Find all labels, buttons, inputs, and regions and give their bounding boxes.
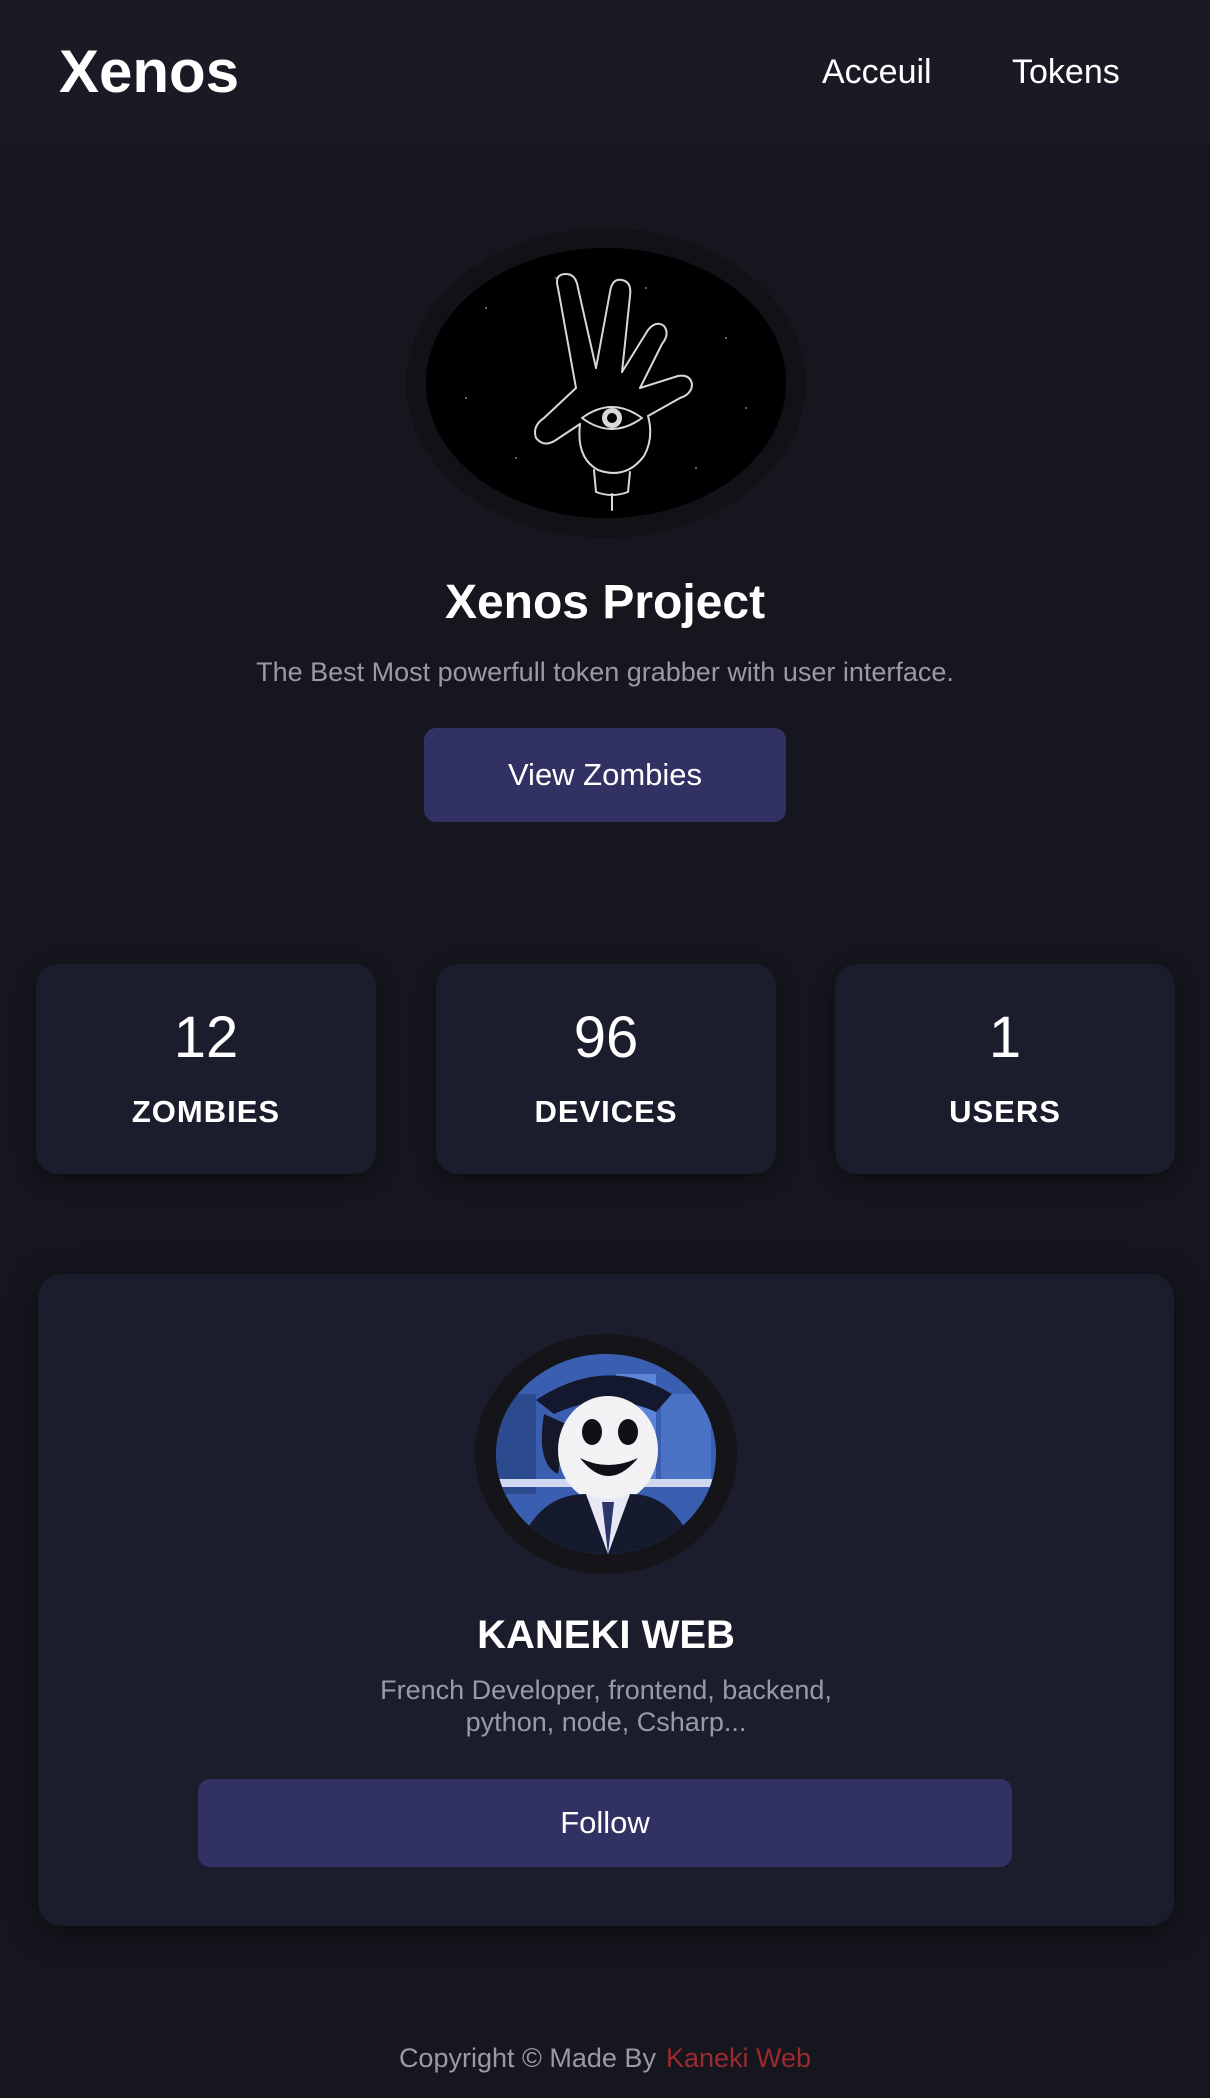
footer-author-link[interactable]: Kaneki Web [666, 2043, 811, 2073]
hero-title: Xenos Project [444, 576, 766, 629]
stat-label: ZOMBIES [131, 1094, 281, 1129]
brand-logo-text[interactable]: Xenos [59, 36, 239, 108]
follow-button[interactable]: Follow [198, 1779, 1012, 1867]
hero-subtitle: The Best Most powerfull token grabber wi… [256, 657, 954, 687]
stat-label: USERS [949, 1094, 1061, 1129]
profile-card: KANEKI WEB French Developer, frontend, b… [38, 1274, 1174, 1926]
profile-name: KANEKI WEB [477, 1613, 735, 1657]
page: Xenos Acceuil Tokens Xenos Project The B… [0, 0, 1210, 2098]
footer: Copyright © Made By Kaneki Web [0, 2042, 1210, 2074]
nav-link-home[interactable]: Acceuil [822, 52, 932, 92]
nav-link-tokens[interactable]: Tokens [1012, 52, 1120, 92]
eye-hand-icon [426, 248, 786, 518]
hero-logo-frame [406, 228, 806, 538]
avatar-frame [475, 1334, 737, 1574]
stat-value: 12 [173, 1005, 239, 1070]
top-navbar: Xenos Acceuil Tokens [0, 0, 1210, 145]
stat-card-devices: 96 DEVICES [436, 964, 776, 1174]
stat-value: 1 [988, 1005, 1022, 1070]
footer-copyright: Copyright © Made By [398, 2043, 656, 2073]
stat-value: 96 [573, 1005, 639, 1070]
stat-card-zombies: 12 ZOMBIES [36, 964, 376, 1174]
view-zombies-button[interactable]: View Zombies [424, 728, 786, 822]
stat-card-users: 1 USERS [835, 964, 1175, 1174]
avatar [496, 1354, 716, 1554]
profile-bio: French Developer, frontend, backend, pyt… [380, 1675, 832, 1737]
stat-label: DEVICES [534, 1094, 678, 1129]
